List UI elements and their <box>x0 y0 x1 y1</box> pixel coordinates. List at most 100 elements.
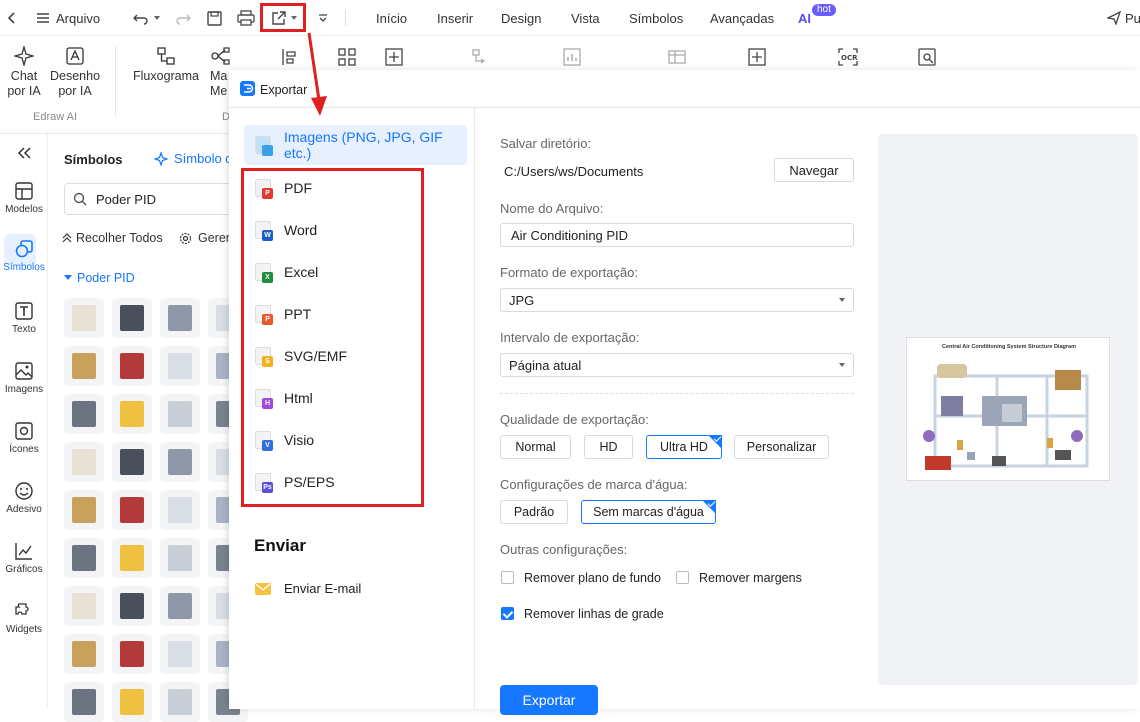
symbol-thumbnail[interactable] <box>112 538 152 578</box>
format-label: Formato de exportação: <box>500 265 639 280</box>
svg-text:OCR: OCR <box>841 54 858 62</box>
remove-background-checkbox[interactable] <box>501 571 514 584</box>
print-icon[interactable] <box>237 9 255 27</box>
symbol-thumbnail[interactable] <box>64 634 104 674</box>
symbol-thumbnail[interactable] <box>112 298 152 338</box>
symbol-thumbnail[interactable] <box>112 634 152 674</box>
screenshot-ai-icon[interactable] <box>918 48 936 66</box>
manage-button[interactable]: Geren <box>179 231 233 245</box>
symbol-thumbnail[interactable] <box>64 298 104 338</box>
table-ai-icon[interactable] <box>668 48 686 66</box>
quality-personalizar[interactable]: Personalizar <box>734 435 829 459</box>
tab-vista[interactable]: Vista <box>571 11 600 26</box>
symbol-thumbnail[interactable] <box>64 394 104 434</box>
more-dropdown-icon[interactable] <box>318 9 328 27</box>
symbol-thumbnail[interactable] <box>112 346 152 386</box>
preview-page: Central Air Conditioning System Structur… <box>906 337 1110 481</box>
tab-design[interactable]: Design <box>501 11 541 26</box>
symbol-thumbnail[interactable] <box>160 538 200 578</box>
grid-layout-icon[interactable] <box>338 48 356 66</box>
nav-imagens[interactable]: Imagens <box>0 362 48 395</box>
send-email-button[interactable]: Enviar E-mail <box>255 581 361 596</box>
export-app-icon <box>240 81 255 96</box>
align-icon[interactable] <box>280 48 298 66</box>
left-navigation: Modelos Símbolos Texto Imagens Ícones Ad… <box>0 134 48 709</box>
file-menu-button[interactable]: Arquivo <box>36 9 100 27</box>
redo-icon[interactable] <box>175 9 191 27</box>
insert-shape-icon[interactable] <box>385 48 403 66</box>
symbol-thumbnail[interactable] <box>160 394 200 434</box>
symbol-thumbnail[interactable] <box>64 586 104 626</box>
category-poder-pid[interactable]: Poder PID <box>64 271 135 285</box>
browse-button[interactable]: Navegar <box>774 158 854 182</box>
chevron-down-icon <box>839 298 845 302</box>
flow-convert-icon[interactable] <box>471 48 489 66</box>
watermark-padrao[interactable]: Padrão <box>500 500 568 524</box>
ribbon-group-label: Edraw AI <box>33 111 78 123</box>
tab-simbolos[interactable]: Símbolos <box>629 11 683 26</box>
save-icon[interactable] <box>207 9 222 27</box>
collapse-all-button[interactable]: Recolher Todos <box>62 231 163 245</box>
remove-grid-checkbox[interactable] <box>501 607 514 620</box>
export-preview: Central Air Conditioning System Structur… <box>878 134 1138 685</box>
nav-texto[interactable]: Texto <box>0 302 48 335</box>
ocr-icon[interactable]: OCR <box>838 48 858 66</box>
symbol-thumbnail[interactable] <box>112 490 152 530</box>
symbol-image <box>120 689 144 715</box>
format-label: Imagens (PNG, JPG, GIF etc.) <box>284 129 443 161</box>
tab-avancadas[interactable]: Avançadas <box>710 11 774 26</box>
filename-input[interactable]: Air Conditioning PID <box>500 223 854 247</box>
symbol-thumbnail[interactable] <box>112 394 152 434</box>
symbol-thumbnail[interactable] <box>160 490 200 530</box>
symbol-thumbnail[interactable] <box>112 682 152 722</box>
collapse-panel-icon[interactable] <box>0 146 48 164</box>
tab-inicio[interactable]: Início <box>376 11 407 26</box>
desenho-ia-button[interactable]: Desenho por IA <box>50 46 100 99</box>
remove-margins-checkbox[interactable] <box>676 571 689 584</box>
tab-inserir[interactable]: Inserir <box>437 11 473 26</box>
symbol-thumbnail[interactable] <box>112 586 152 626</box>
symbol-thumbnail[interactable] <box>160 634 200 674</box>
symbol-thumbnail[interactable] <box>160 682 200 722</box>
symbol-thumbnail[interactable] <box>160 298 200 338</box>
nav-simbolos[interactable]: Símbolos <box>0 240 48 273</box>
fluxograma-button[interactable]: Fluxograma <box>130 46 202 84</box>
export-submit-button[interactable]: Exportar <box>500 685 598 715</box>
nav-graficos[interactable]: Gráficos <box>0 542 48 575</box>
tab-ai[interactable]: AI <box>798 11 811 26</box>
export-dialog: Exportar Imagens (PNG, JPG, GIF etc.) P PD… <box>229 70 1140 715</box>
undo-dropdown-icon[interactable] <box>154 9 160 27</box>
nav-adesivo[interactable]: Adesivo <box>0 482 48 515</box>
symbol-thumbnail[interactable] <box>160 346 200 386</box>
mapa-mental-button[interactable]: Ma Me <box>210 46 230 99</box>
symbol-search-input[interactable]: Poder PID <box>64 183 244 215</box>
export-icon[interactable] <box>271 9 297 27</box>
nav-widgets[interactable]: Widgets <box>0 602 48 635</box>
format-select[interactable]: JPG <box>500 288 854 312</box>
symbol-thumbnail[interactable] <box>160 442 200 482</box>
quality-ultra-hd[interactable]: Ultra HD <box>646 434 722 459</box>
symbol-thumbnail[interactable] <box>64 490 104 530</box>
add-icon[interactable] <box>748 48 766 66</box>
chat-ia-button[interactable]: Chat por IA <box>4 46 44 99</box>
quality-hd[interactable]: HD <box>584 435 633 459</box>
chart-ai-icon[interactable] <box>563 48 581 66</box>
nav-icones[interactable]: Ícones <box>0 422 48 455</box>
symbol-thumbnail[interactable] <box>64 538 104 578</box>
symbol-image <box>72 353 96 379</box>
quality-normal[interactable]: Normal <box>500 435 571 459</box>
symbol-thumbnail[interactable] <box>112 442 152 482</box>
symbol-thumbnail[interactable] <box>64 442 104 482</box>
range-select[interactable]: Página atual <box>500 353 854 377</box>
format-item[interactable]: Imagens (PNG, JPG, GIF etc.) <box>253 125 467 165</box>
nav-modelos[interactable]: Modelos <box>0 182 48 215</box>
back-icon[interactable] <box>6 9 18 27</box>
ai-symbol-button[interactable]: Símbolo d <box>154 151 233 166</box>
publish-button[interactable]: Pu <box>1107 9 1140 27</box>
symbol-image <box>168 305 192 331</box>
symbol-thumbnail[interactable] <box>64 346 104 386</box>
symbol-thumbnail[interactable] <box>160 586 200 626</box>
symbol-thumbnail[interactable] <box>64 682 104 722</box>
watermark-none[interactable]: Sem marcas d'água <box>581 499 716 524</box>
undo-icon[interactable] <box>133 9 149 27</box>
